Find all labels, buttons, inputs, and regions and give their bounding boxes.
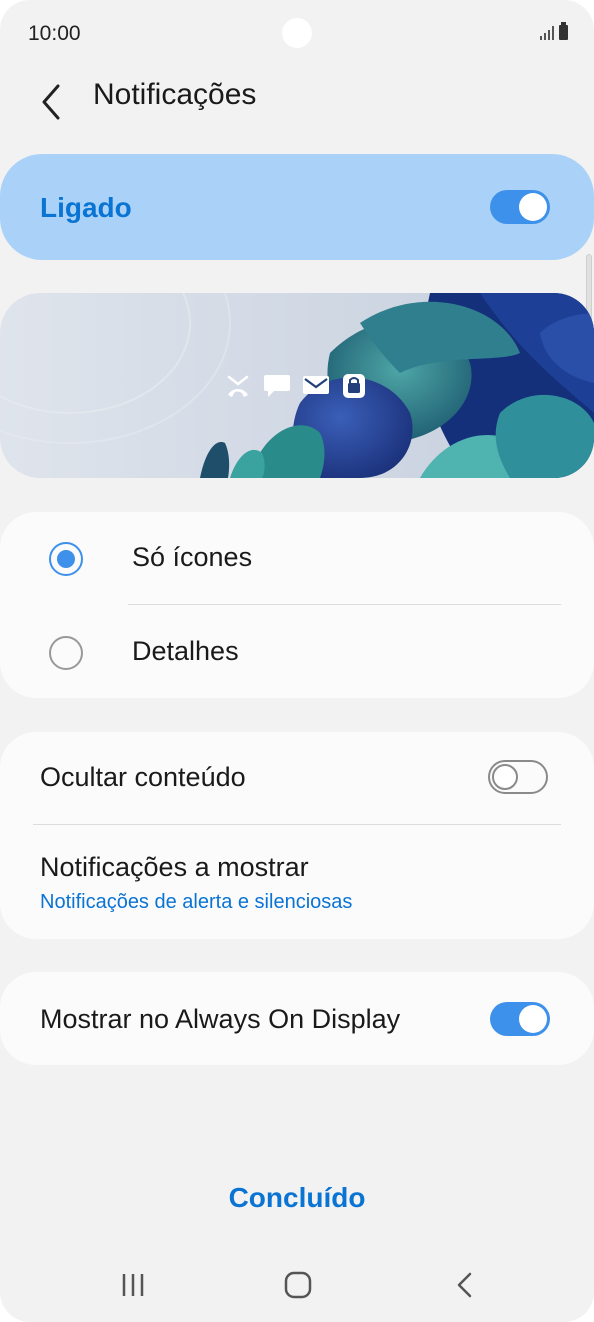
content-settings-card: Ocultar conteúdo Notificações a mostrar …: [0, 732, 594, 939]
done-button[interactable]: Concluído: [0, 1172, 594, 1224]
back-icon[interactable]: [434, 1264, 494, 1304]
hide-content-toggle[interactable]: [488, 760, 548, 794]
header: Notificações: [0, 68, 594, 128]
status-icons: [540, 22, 568, 40]
radio-details[interactable]: [49, 636, 83, 670]
back-arrow-icon[interactable]: [34, 76, 70, 120]
message-icon: [264, 375, 290, 397]
signal-icon: [540, 24, 554, 40]
divider: [33, 824, 561, 825]
show-on-aod-label: Mostrar no Always On Display: [40, 1004, 401, 1034]
show-on-aod-toggle[interactable]: [490, 1002, 550, 1036]
navigation-bar: [0, 1250, 594, 1322]
divider: [128, 604, 561, 605]
master-toggle[interactable]: [490, 190, 550, 224]
status-time: 10:00: [28, 22, 81, 45]
master-switch-row[interactable]: Ligado: [0, 154, 594, 260]
recent-apps-icon[interactable]: [103, 1264, 163, 1304]
screen: 10:00 Notificações Ligado Só ícones Deta…: [0, 0, 594, 1322]
master-switch-label: Ligado: [40, 192, 132, 223]
notifications-to-show-value: Notificações de alerta e silenciosas: [40, 891, 353, 913]
option-label: Só ícones: [132, 542, 253, 572]
lock-icon: [343, 374, 365, 398]
page-title: Notificações: [93, 78, 257, 111]
radio-icons-only[interactable]: [49, 542, 83, 576]
email-icon: [303, 376, 329, 394]
hide-content-label: Ocultar conteúdo: [40, 762, 246, 792]
battery-icon: [559, 22, 568, 40]
home-icon[interactable]: [268, 1264, 328, 1304]
style-options-card: Só ícones Detalhes: [0, 512, 594, 698]
aod-card: Mostrar no Always On Display: [0, 972, 594, 1065]
notification-preview: [0, 293, 594, 478]
missed-call-icon: [227, 375, 249, 397]
notifications-to-show-label: Notificações a mostrar: [40, 852, 309, 882]
option-label: Detalhes: [132, 636, 239, 666]
preview-icons: [227, 374, 365, 398]
status-bar: 10:00: [0, 0, 594, 68]
camera-cutout: [282, 18, 312, 48]
